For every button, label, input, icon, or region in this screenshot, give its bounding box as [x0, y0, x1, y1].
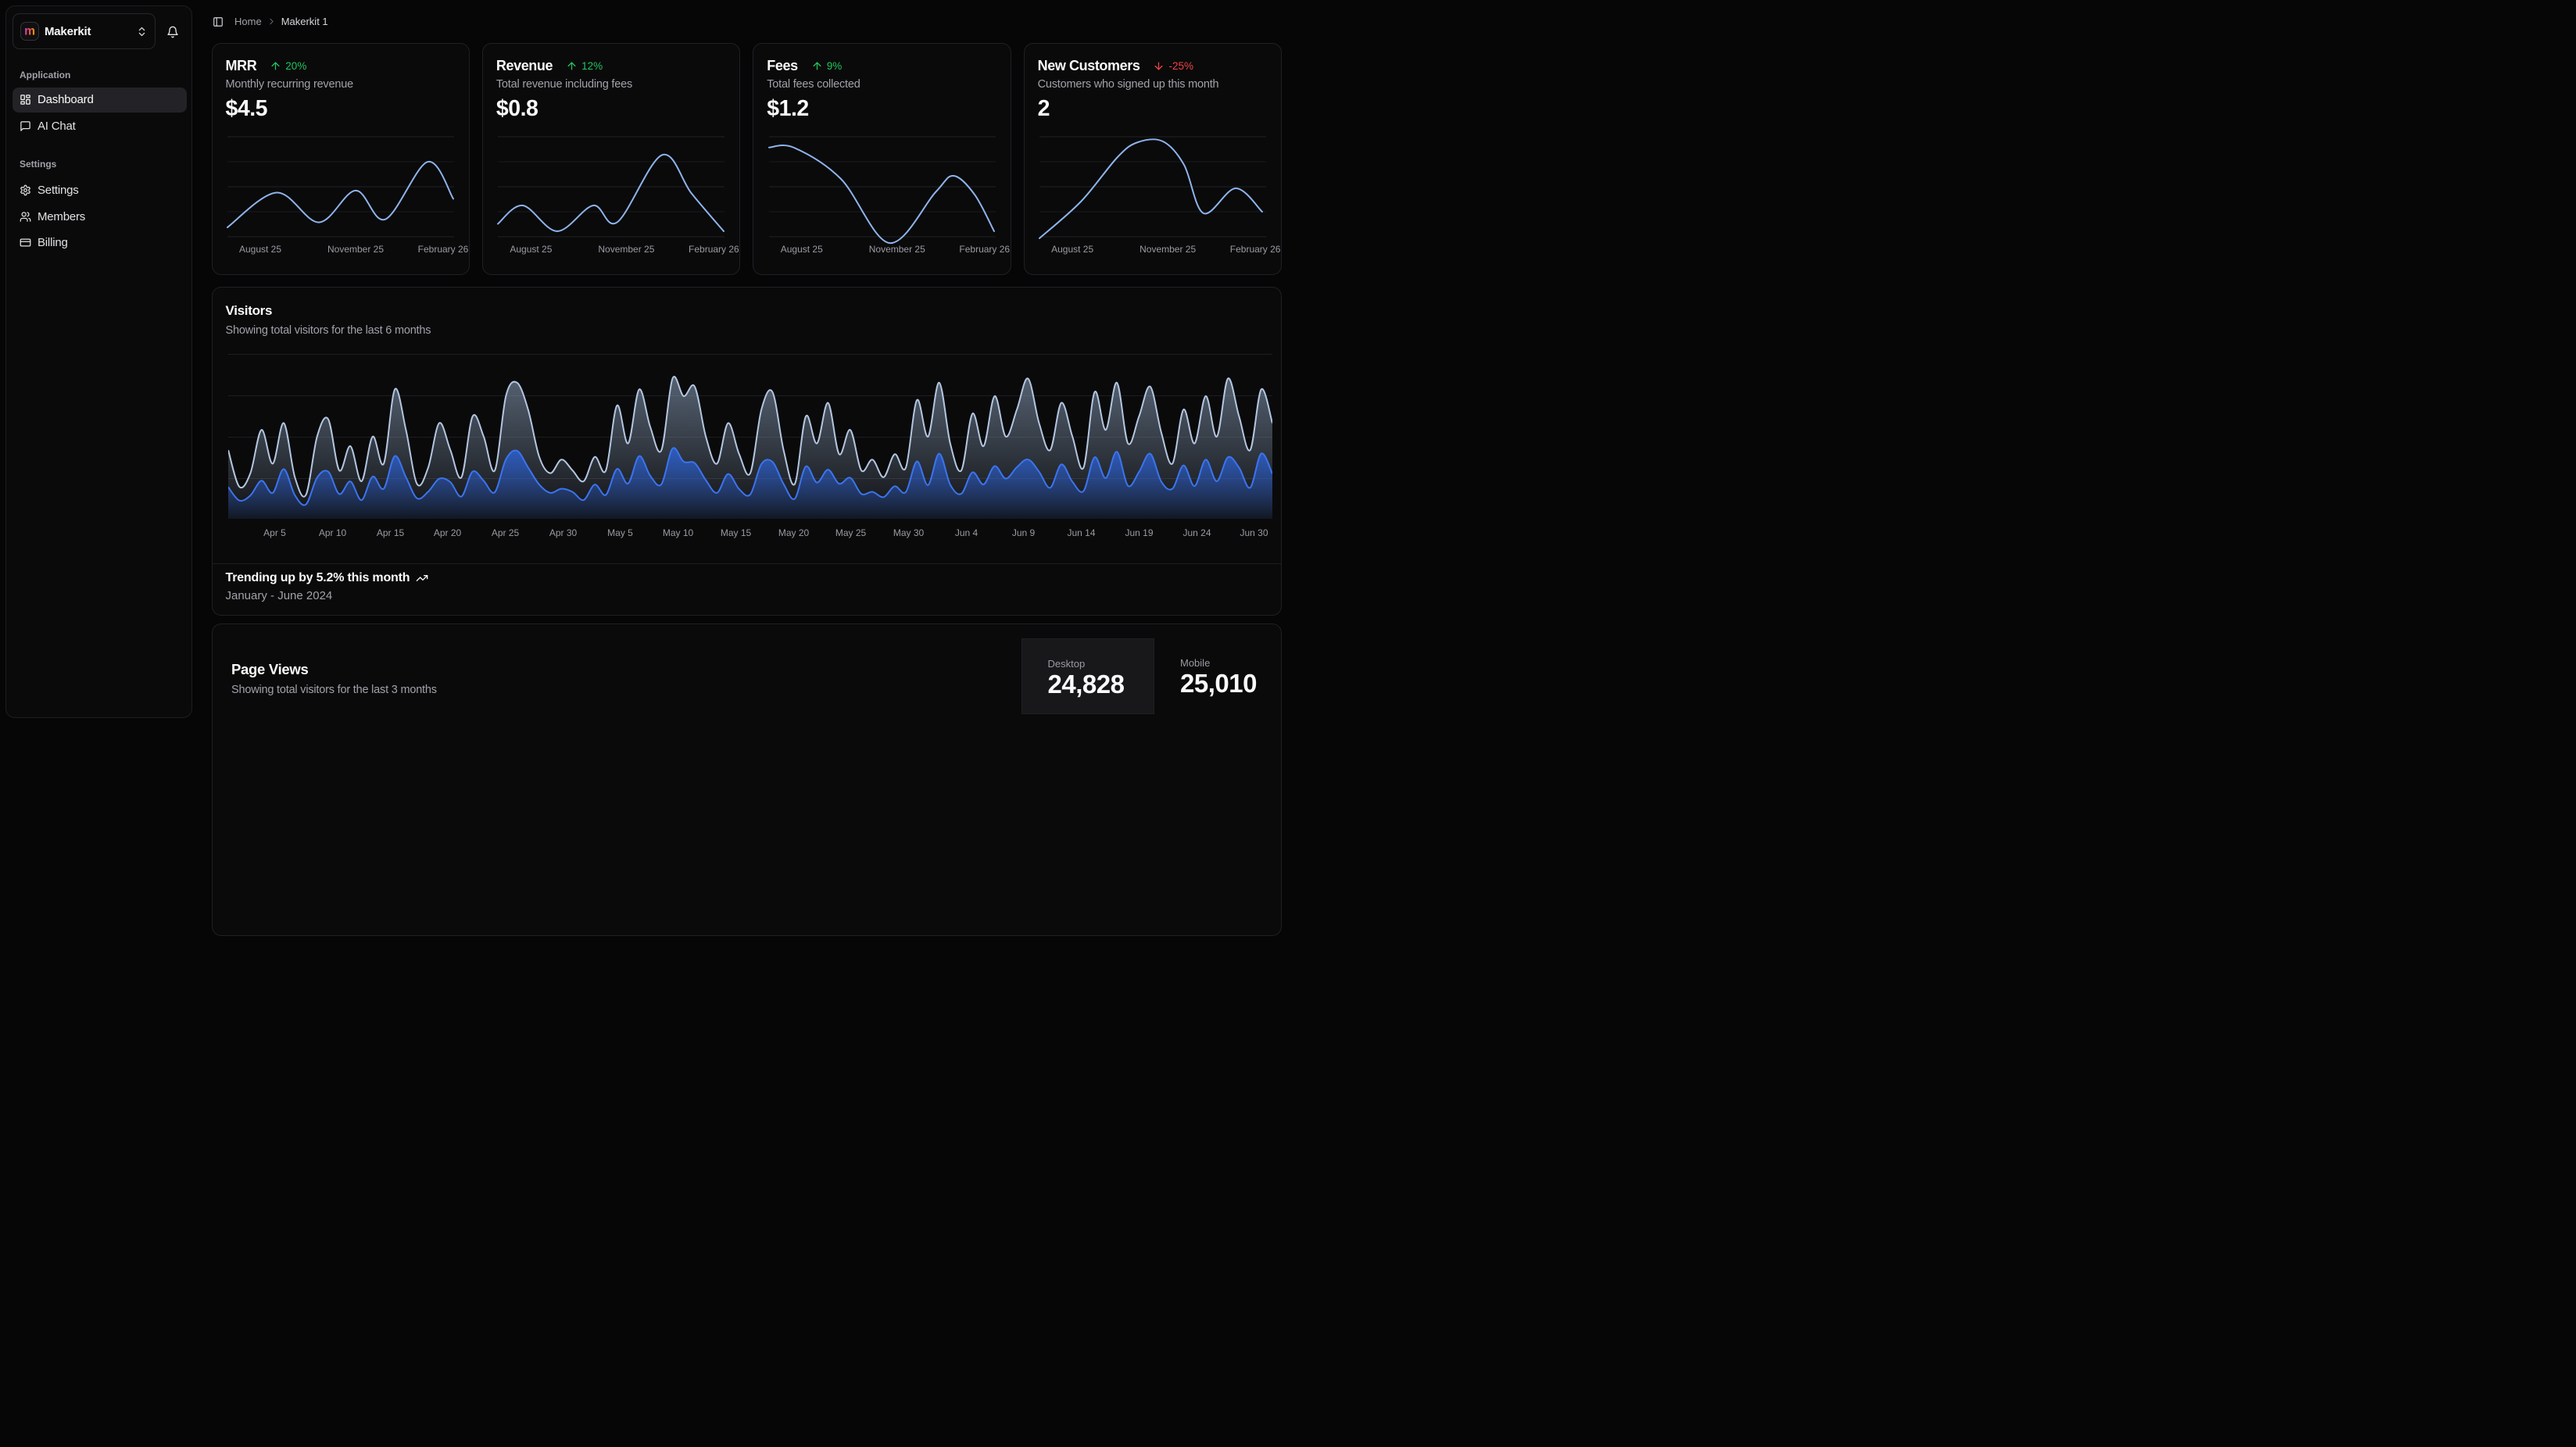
svg-text:m: m	[24, 25, 35, 38]
